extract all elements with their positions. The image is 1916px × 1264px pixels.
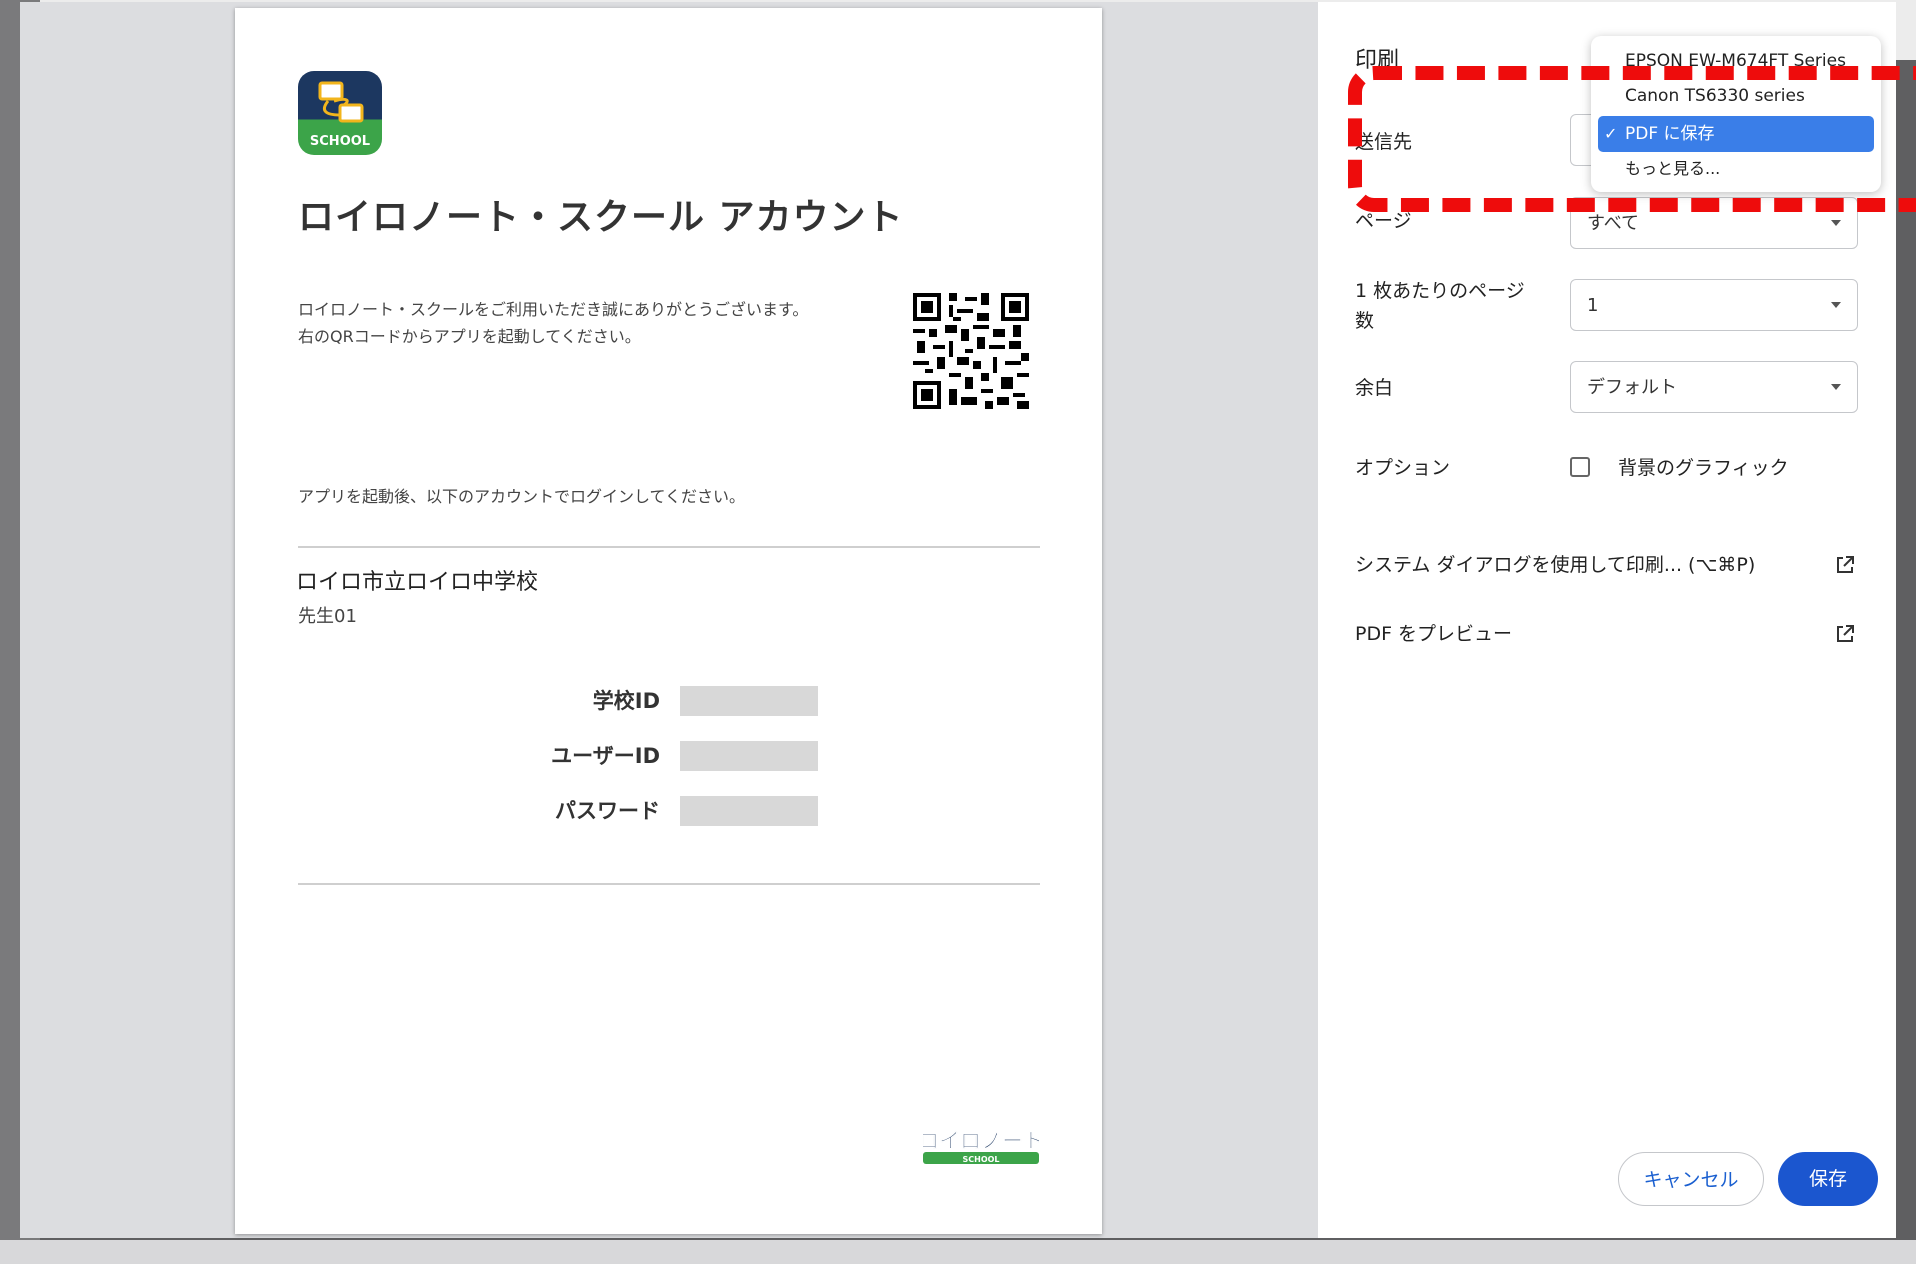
credential-label: ユーザーID <box>551 744 660 768</box>
logo-sub-text: SCHOOL <box>962 1155 999 1164</box>
background-graphics-label: 背景のグラフィック <box>1618 457 1789 479</box>
margins-select-value: デフォルト <box>1587 377 1677 398</box>
system-dialog-link-text: システム ダイアログを使用して印刷... (⌥⌘P) <box>1355 554 1756 576</box>
pages-per-sheet-label: 1 枚あたりのページ 数 <box>1355 276 1525 336</box>
credential-row-password: パスワード <box>355 796 818 826</box>
background-graphics-checkbox[interactable] <box>1570 457 1590 477</box>
pages-per-sheet-select[interactable]: 1 <box>1570 279 1858 331</box>
intro-line-2: 右のQRコードからアプリを起動してください。 <box>298 327 641 346</box>
school-name: ロイロ市立ロイロ中学校 <box>296 570 539 595</box>
pages-per-sheet-label-line1: 1 枚あたりのページ <box>1355 280 1525 302</box>
divider-bottom <box>298 883 1040 885</box>
margins-select[interactable]: デフォルト <box>1570 361 1858 413</box>
document-title: ロイロノート・スクール アカウント <box>298 197 904 238</box>
divider-top <box>298 546 1040 548</box>
credential-value-redacted <box>680 796 818 826</box>
print-preview-area: SCHOOL ロイロノート・スクール アカウント ロイロノート・スクールをご利用… <box>20 2 1318 1238</box>
annotation-highlight-box <box>1348 66 1916 212</box>
save-button[interactable]: 保存 <box>1778 1152 1878 1206</box>
loilonote-school-logo: SCHOOL ロイロノート <box>923 1129 1039 1164</box>
chevron-down-icon <box>1831 384 1841 390</box>
options-label: オプション <box>1355 457 1451 479</box>
qr-code-image <box>913 293 1029 409</box>
open-in-new-icon <box>1837 556 1854 573</box>
pdf-preview-link[interactable]: PDF をプレビュー <box>1355 619 1855 649</box>
app-icon: SCHOOL <box>298 71 382 155</box>
app-icon-label: SCHOOL <box>309 134 371 149</box>
margins-label: 余白 <box>1355 377 1394 399</box>
pdf-preview-link-text: PDF をプレビュー <box>1355 623 1513 645</box>
credential-value-redacted <box>680 741 818 771</box>
login-instruction: アプリを起動後、以下のアカウントでログインしてください。 <box>298 487 746 506</box>
credential-row-school-id: 学校ID <box>355 686 818 716</box>
open-in-new-icon <box>1837 625 1854 642</box>
pages-per-sheet-label-line2: 数 <box>1355 310 1375 332</box>
cancel-button[interactable]: キャンセル <box>1618 1152 1764 1206</box>
preview-page: SCHOOL ロイロノート・スクール アカウント ロイロノート・スクールをご利用… <box>235 8 1102 1234</box>
document-intro: ロイロノート・スクールをご利用いただき誠にありがとうございます。 右のQRコード… <box>298 296 808 350</box>
chevron-down-icon <box>1831 302 1841 308</box>
print-dialog: SCHOOL ロイロノート・スクール アカウント ロイロノート・スクールをご利用… <box>20 2 1916 1238</box>
teacher-name: 先生01 <box>298 606 357 627</box>
credential-label: パスワード <box>555 799 660 823</box>
logo-text: ロイロノート <box>923 1129 1039 1153</box>
credential-row-user-id: ユーザーID <box>355 741 818 771</box>
credential-label: 学校ID <box>592 689 660 713</box>
background-app-footer <box>0 1240 1916 1264</box>
intro-line-1: ロイロノート・スクールをご利用いただき誠にありがとうございます。 <box>298 300 809 319</box>
pages-per-sheet-value: 1 <box>1587 295 1599 316</box>
system-dialog-link[interactable]: システム ダイアログを使用して印刷... (⌥⌘P) <box>1355 550 1855 580</box>
credential-value-redacted <box>680 686 818 716</box>
chevron-down-icon <box>1831 220 1841 226</box>
